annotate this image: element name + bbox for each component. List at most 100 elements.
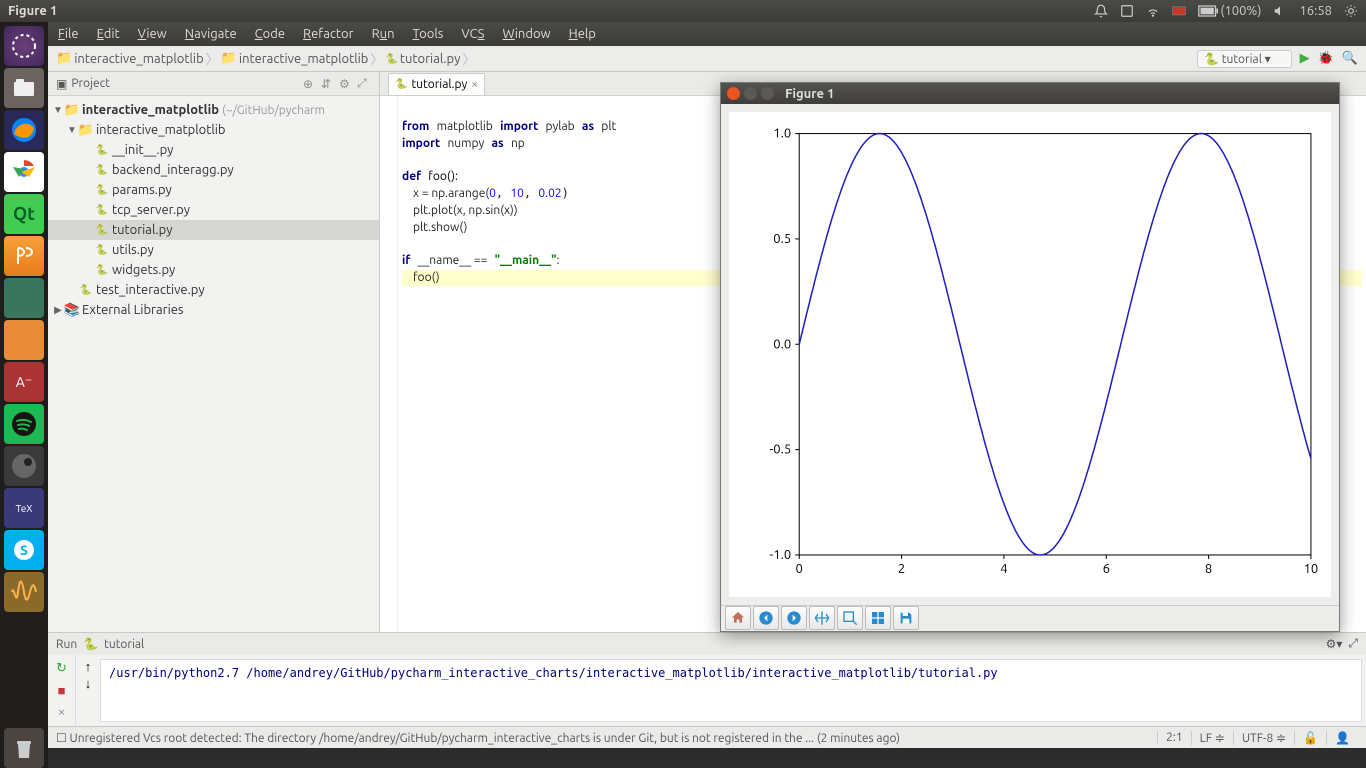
down-button[interactable]: ↓ — [85, 676, 92, 691]
save-icon[interactable] — [893, 606, 919, 630]
tree-file[interactable]: 🐍utils.py — [48, 240, 379, 260]
run-hide-icon[interactable]: ⤢ — [1348, 637, 1358, 651]
debug-button[interactable]: 🐞 — [1318, 51, 1334, 66]
menu-file[interactable]: File — [58, 27, 79, 41]
collapse-icon[interactable]: ⊕ — [303, 77, 317, 91]
dock-chrome[interactable] — [4, 152, 44, 192]
status-msg[interactable]: ☐ Unregistered Vcs root detected: The di… — [56, 731, 900, 745]
xtick-label: 6 — [1103, 562, 1110, 576]
xtick-label: 0 — [796, 562, 803, 576]
run-config-select[interactable]: 🐍 tutorial ▾ — [1197, 50, 1292, 68]
forward-icon[interactable] — [781, 606, 807, 630]
menu-navigate[interactable]: Navigate — [185, 27, 237, 41]
close-tab-icon[interactable]: × — [471, 78, 478, 91]
menu-run[interactable]: Run — [372, 27, 395, 41]
up-button[interactable]: ↑ — [85, 659, 92, 674]
dock-qt[interactable]: Qt — [4, 194, 44, 234]
dock-pycharm[interactable] — [4, 236, 44, 276]
run-gear-icon[interactable]: ⚙▾ — [1326, 637, 1343, 651]
dock-files[interactable] — [4, 68, 44, 108]
dock-spotify[interactable] — [4, 404, 44, 444]
menu-code[interactable]: Code — [255, 27, 285, 41]
hector-icon[interactable]: 👤 — [1326, 731, 1358, 745]
wifi-icon[interactable] — [1146, 4, 1160, 19]
crumb-2[interactable]: 📁 interactive_matplotlib — [221, 51, 369, 66]
ytick-label: -1.0 — [770, 548, 792, 562]
ytick-label: -0.5 — [770, 443, 792, 457]
power-icon[interactable] — [1344, 4, 1358, 19]
lock-icon[interactable]: 🔓 — [1294, 731, 1326, 745]
rerun-button[interactable]: ↻ — [53, 659, 71, 677]
caret-pos[interactable]: 2:1 — [1157, 731, 1191, 744]
console-output[interactable]: /usr/bin/python2.7 /home/andrey/GitHub/p… — [100, 659, 1362, 722]
tree-module[interactable]: ▼📁interactive_matplotlib — [48, 120, 379, 140]
menu-view[interactable]: View — [138, 27, 167, 41]
encoding[interactable]: UTF-8 ≑ — [1233, 731, 1294, 745]
dock-waveform[interactable] — [4, 572, 44, 612]
dock-firefox[interactable] — [4, 110, 44, 150]
gear-icon[interactable]: ⚙ — [339, 77, 353, 91]
crumb-1[interactable]: 📁 interactive_matplotlib — [56, 51, 204, 66]
close-run-button[interactable]: × — [53, 703, 71, 721]
tree-file[interactable]: 🐍backend_interagg.py — [48, 160, 379, 180]
figure-titlebar[interactable]: Figure 1 — [721, 83, 1339, 104]
tree-file-selected[interactable]: 🐍tutorial.py — [48, 220, 379, 240]
matplotlib-figure-window[interactable]: Figure 1 -1.0-0.50.00.51.0 0246810 — [720, 82, 1340, 632]
minimize-window-icon[interactable] — [744, 87, 757, 100]
menu-help[interactable]: Help — [569, 27, 596, 41]
pan-icon[interactable] — [809, 606, 835, 630]
run-toolbar: ↻ ■ × — [48, 655, 76, 726]
menu-tools[interactable]: Tools — [413, 27, 444, 41]
subplots-icon[interactable] — [865, 606, 891, 630]
xtick-label: 4 — [1000, 562, 1007, 576]
run-button[interactable]: ▶ — [1300, 51, 1310, 66]
project-panel: ▣Project ⊕ ⇵ ⚙ ⤢ ▼📁interactive_matplotli… — [48, 72, 380, 632]
tree-root[interactable]: ▼📁interactive_matplotlib (~/GitHub/pycha… — [48, 100, 379, 120]
workspace-icon[interactable] — [1120, 4, 1134, 19]
zoom-icon[interactable] — [837, 606, 863, 630]
ytick-label: 0.5 — [773, 232, 791, 246]
run-config-label: tutorial — [104, 638, 144, 651]
tree-file[interactable]: 🐍tcp_server.py — [48, 200, 379, 220]
hide-icon[interactable]: ⤢ — [357, 77, 371, 91]
dock-trash[interactable] — [4, 728, 44, 768]
dock-tex[interactable]: TeX — [4, 488, 44, 528]
screen-icon[interactable] — [1172, 4, 1186, 18]
tree-external-libs[interactable]: ▶📚External Libraries — [48, 300, 379, 320]
volume-icon[interactable] — [1273, 4, 1287, 19]
figure-toolbar — [721, 605, 1339, 631]
xtick-label: 10 — [1304, 562, 1319, 576]
tree-file[interactable]: 🐍widgets.py — [48, 260, 379, 280]
menu-window[interactable]: Window — [502, 27, 550, 41]
notification-icon[interactable] — [1094, 4, 1108, 19]
tree-file[interactable]: 🐍test_interactive.py — [48, 280, 379, 300]
breadcrumb: 📁 interactive_matplotlib 〉 📁 interactive… — [48, 46, 1366, 72]
back-icon[interactable] — [753, 606, 779, 630]
run-panel: Run 🐍tutorial ⚙▾ ⤢ ↻ ■ × ↑ ↓ /usr/bin/py… — [48, 632, 1366, 726]
tree-file[interactable]: 🐍__init__.py — [48, 140, 379, 160]
svg-text:S: S — [20, 542, 28, 558]
maximize-window-icon[interactable] — [761, 87, 774, 100]
search-button[interactable]: 🔍 — [1342, 51, 1358, 66]
menu-vcs[interactable]: VCS — [461, 27, 484, 41]
dock-app-1[interactable] — [4, 278, 44, 318]
tree-file[interactable]: 🐍params.py — [48, 180, 379, 200]
opts-icon[interactable]: ⇵ — [321, 77, 335, 91]
crumb-3[interactable]: 🐍 tutorial.py — [385, 52, 460, 66]
dock-app-2[interactable] — [4, 320, 44, 360]
clock[interactable]: 16:58 — [1299, 4, 1332, 18]
dock-steam[interactable] — [4, 446, 44, 486]
home-icon[interactable] — [725, 606, 751, 630]
dock-skype[interactable]: S — [4, 530, 44, 570]
line-ending[interactable]: LF ≑ — [1191, 731, 1233, 745]
close-window-icon[interactable] — [727, 87, 740, 100]
dock-dash[interactable] — [4, 26, 44, 66]
menu-edit[interactable]: Edit — [97, 27, 120, 41]
ytick-label: 0.0 — [773, 337, 791, 351]
menu-refactor[interactable]: Refactor — [303, 27, 354, 41]
battery-icon[interactable]: (100%) — [1198, 4, 1261, 18]
dock-app-3[interactable]: A⁻ — [4, 362, 44, 402]
stop-button[interactable]: ■ — [53, 681, 71, 699]
editor-tab-tutorial[interactable]: 🐍tutorial.py× — [388, 73, 485, 95]
menubar: File Edit View Navigate Code Refactor Ru… — [48, 22, 1366, 46]
